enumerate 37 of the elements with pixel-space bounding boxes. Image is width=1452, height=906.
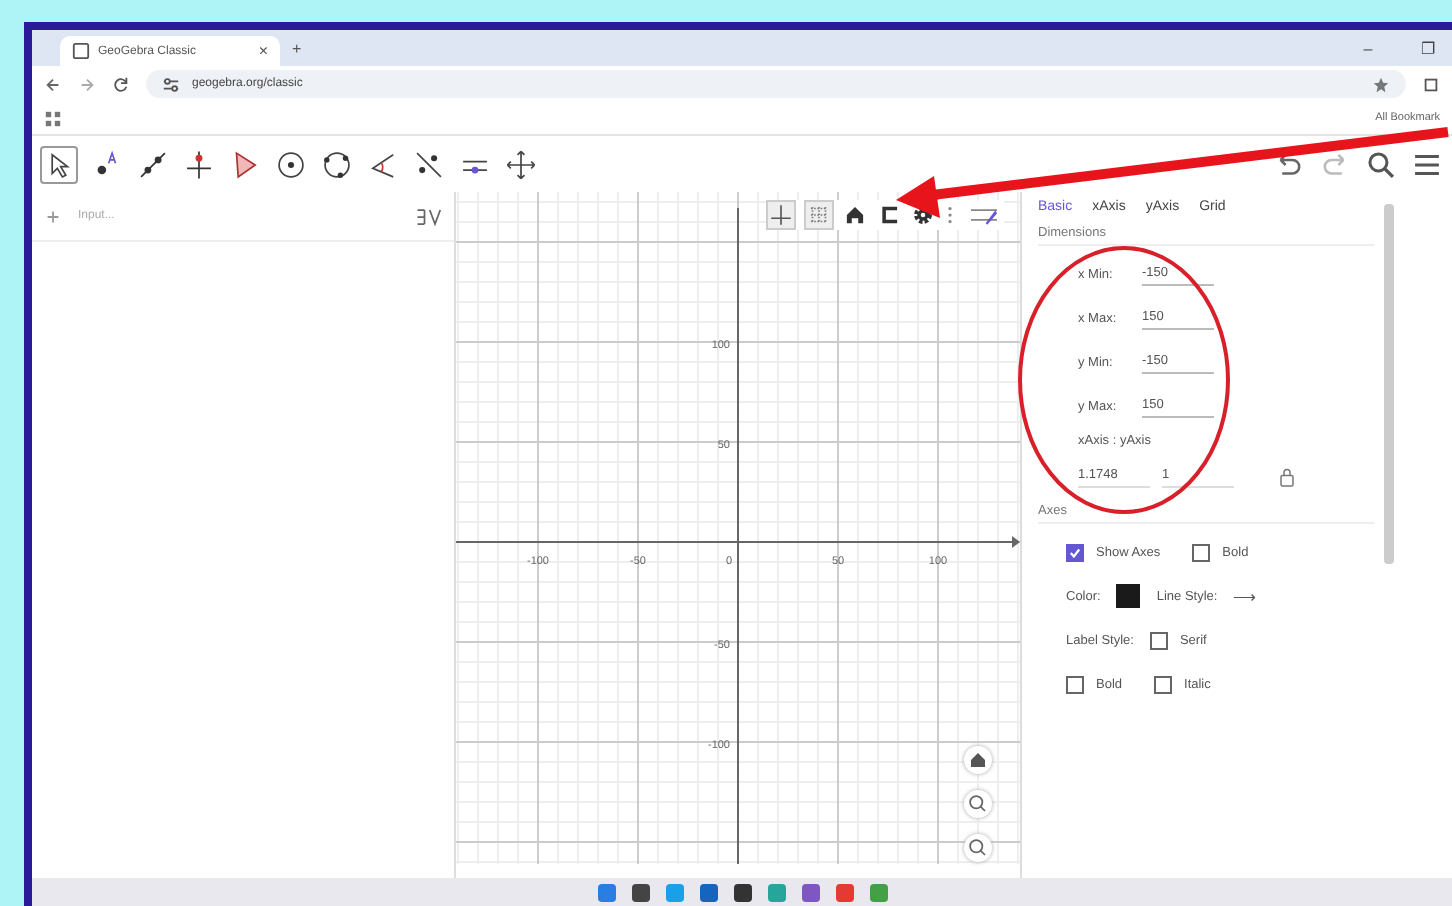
apps-icon[interactable] xyxy=(44,109,62,127)
checkbox[interactable] xyxy=(1154,675,1173,693)
window-control[interactable]: ❐ xyxy=(1404,39,1452,57)
zoom-out-icon[interactable] xyxy=(964,834,992,862)
line-style-button[interactable]: ⟶ xyxy=(1233,587,1256,605)
home-icon[interactable] xyxy=(842,202,868,228)
pointer-tool-icon[interactable] xyxy=(40,145,78,183)
checkbox[interactable] xyxy=(1066,675,1084,693)
perpendicular-tool-icon[interactable] xyxy=(182,147,216,181)
checkbox[interactable] xyxy=(1192,543,1211,561)
home-icon[interactable] xyxy=(964,746,992,774)
line-tool-icon[interactable] xyxy=(136,147,170,181)
scrollbar[interactable] xyxy=(1384,204,1394,564)
reflect-tool-icon[interactable] xyxy=(412,147,446,181)
more-icon[interactable] xyxy=(944,202,956,228)
window-control[interactable]: – xyxy=(1344,39,1392,57)
back-icon[interactable] xyxy=(44,75,62,93)
algebra-menu-icon[interactable] xyxy=(414,205,442,227)
site-settings-icon[interactable] xyxy=(162,75,180,93)
circle-points-tool-icon[interactable] xyxy=(320,147,354,181)
reload-icon[interactable] xyxy=(112,75,130,93)
page-icon xyxy=(72,42,90,60)
extensions-icon[interactable] xyxy=(1422,75,1440,93)
circle-tool-icon[interactable] xyxy=(274,147,308,181)
bracket-icon[interactable] xyxy=(876,202,902,228)
checkbox[interactable] xyxy=(1149,631,1168,649)
lock-icon[interactable] xyxy=(1278,465,1296,487)
axes-icon[interactable] xyxy=(766,200,796,230)
star-icon[interactable] xyxy=(1372,75,1390,93)
search-icon[interactable] xyxy=(1364,147,1398,181)
move-tool-icon[interactable] xyxy=(504,147,538,181)
close-tab-button[interactable]: × xyxy=(258,42,268,60)
zoom-in-icon[interactable] xyxy=(964,790,992,818)
checkbox[interactable] xyxy=(1066,543,1084,561)
new-tab-button[interactable]: + xyxy=(292,39,302,57)
color-swatch[interactable] xyxy=(1116,584,1141,608)
add-icon[interactable] xyxy=(44,207,62,225)
